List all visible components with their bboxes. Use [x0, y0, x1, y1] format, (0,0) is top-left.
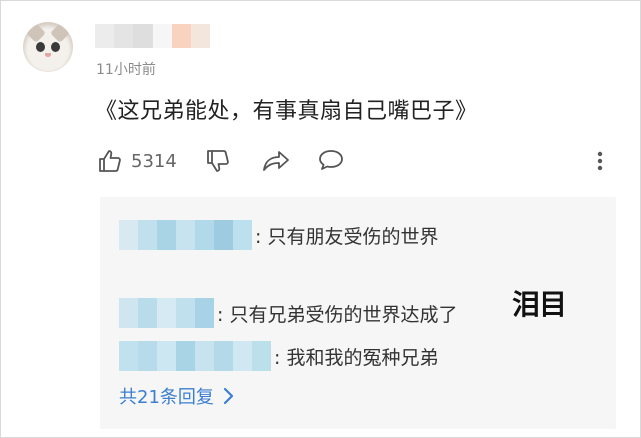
reply-item[interactable]: : 只有兄弟受伤的世界达成了	[119, 297, 457, 329]
user-avatar[interactable]	[23, 22, 73, 72]
mosaic-block	[195, 220, 214, 250]
comment-bubble-icon	[319, 150, 343, 170]
view-all-replies-link[interactable]: 共21条回复	[119, 383, 234, 409]
reply-item[interactable]: : 只有朋友受伤的世界	[119, 219, 438, 251]
reply-username-blurred[interactable]	[119, 220, 252, 250]
mosaic-block	[171, 24, 191, 48]
reply-username-blurred[interactable]	[119, 298, 214, 328]
avatar-nose	[45, 53, 51, 57]
mosaic-block	[214, 341, 233, 371]
avatar-eye-right	[51, 42, 60, 52]
comment-timestamp: 11小时前	[96, 62, 156, 78]
view-all-replies-label: 共21条回复	[119, 387, 214, 408]
mosaic-block	[157, 220, 176, 250]
avatar-eye-left	[36, 42, 45, 52]
mosaic-block	[190, 24, 211, 48]
thumbs-down-icon	[207, 150, 229, 172]
reply-button[interactable]	[317, 146, 345, 176]
vertical-dots-icon	[597, 151, 603, 171]
share-icon	[263, 151, 289, 171]
mosaic-block	[157, 298, 176, 328]
mosaic-block	[119, 220, 138, 250]
mosaic-block	[176, 341, 195, 371]
reply-text: : 我和我的冤种兄弟	[274, 346, 439, 369]
mosaic-block	[195, 298, 214, 328]
reply-text: : 只有朋友受伤的世界	[255, 225, 439, 248]
thumbs-up-icon	[99, 150, 121, 172]
comment-text: 《这兄弟能处，有事真扇自己嘴巴子》	[95, 99, 478, 124]
reply-item[interactable]: : 我和我的冤种兄弟	[119, 340, 438, 372]
reply-username-blurred[interactable]	[119, 341, 271, 371]
mosaic-block	[138, 220, 157, 250]
like-count: 5314	[131, 150, 177, 172]
mosaic-block	[252, 341, 271, 371]
mosaic-block	[133, 24, 153, 48]
mosaic-block	[195, 341, 214, 371]
more-options-button[interactable]	[595, 146, 605, 176]
reply-text: : 只有兄弟受伤的世界达成了	[217, 303, 458, 326]
like-button[interactable]: 5314	[97, 146, 177, 176]
mosaic-block	[233, 220, 252, 250]
chevron-right-icon	[223, 387, 234, 405]
dislike-button[interactable]	[205, 146, 231, 176]
username-blurred[interactable]	[95, 24, 211, 48]
mosaic-block	[119, 298, 138, 328]
comment-actions: 5314	[95, 146, 615, 176]
mosaic-block	[114, 24, 134, 48]
mosaic-block	[119, 341, 138, 371]
share-button[interactable]	[261, 146, 291, 176]
mosaic-block	[138, 298, 157, 328]
mosaic-block	[95, 24, 115, 48]
mosaic-block	[176, 220, 195, 250]
mosaic-block	[138, 341, 157, 371]
mosaic-block	[176, 298, 195, 328]
mosaic-block	[157, 341, 176, 371]
mosaic-block	[233, 341, 252, 371]
mosaic-block	[214, 220, 233, 250]
mosaic-block	[152, 24, 172, 48]
tears-emoji-text: 泪目	[512, 288, 567, 321]
